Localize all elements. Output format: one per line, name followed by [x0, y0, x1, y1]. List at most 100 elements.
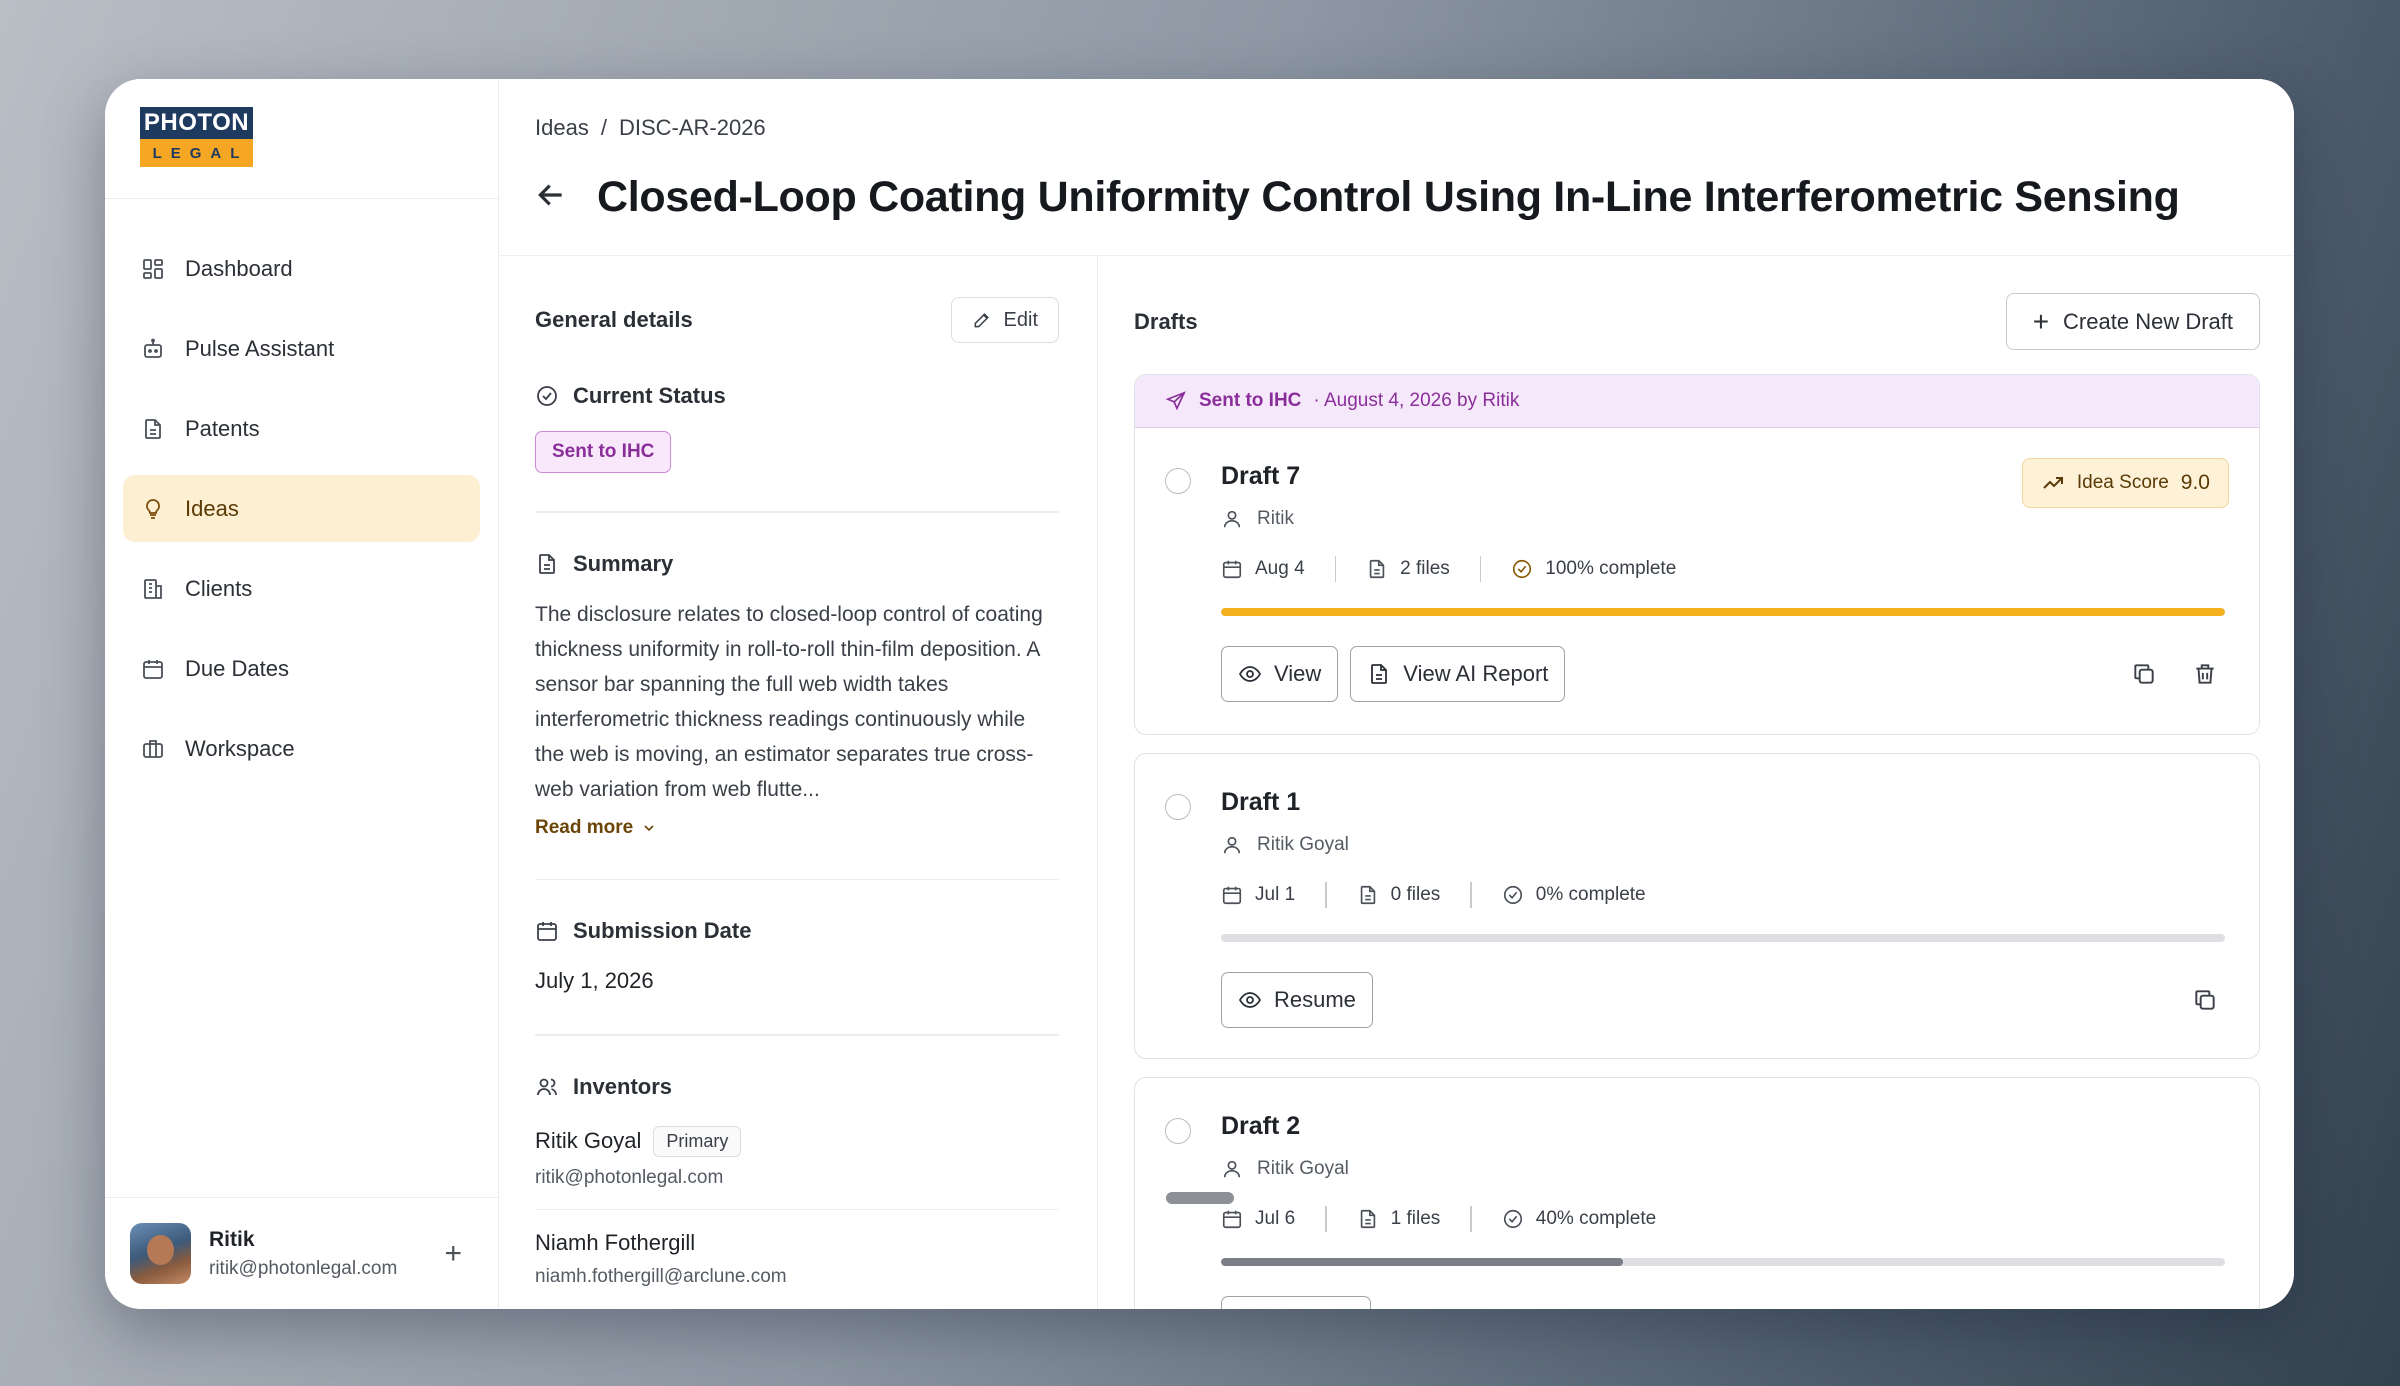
- current-status-label: Current Status: [573, 383, 726, 408]
- meta-separator: [1325, 882, 1327, 908]
- resume-button[interactable]: Resume: [1221, 972, 1373, 1028]
- draft-author: Ritik Goyal: [1221, 834, 1349, 856]
- meta-separator: [1325, 1206, 1327, 1232]
- logo-line-2: LEGAL: [140, 139, 253, 167]
- chevron-down-icon: [644, 824, 654, 831]
- general-details-panel: General details Edit Current Status Sent…: [535, 255, 1059, 1288]
- draft-completion: 100% complete: [1511, 558, 1676, 580]
- sent-draft-group: Sent to IHC · August 4, 2026 by Ritik Dr…: [1134, 374, 2260, 735]
- breadcrumb: Ideas / DISC-AR-2026: [535, 115, 766, 141]
- sidebar-item-due-dates[interactable]: Due Dates: [123, 635, 480, 702]
- general-details-title: General details: [535, 307, 693, 332]
- user-icon: [1223, 836, 1241, 854]
- page-title: Closed-Loop Coating Uniformity Control U…: [597, 173, 2180, 221]
- building-icon: [144, 578, 162, 599]
- draft-meta: Aug 4 2 files 100% complete: [1221, 556, 1676, 582]
- draft-files-value: 2 files: [1400, 558, 1450, 579]
- sidebar-item-label: Patents: [185, 415, 260, 441]
- general-details-header: General details Edit: [535, 297, 1059, 343]
- file-icon: [1360, 1209, 1375, 1229]
- view-label: View: [1274, 661, 1322, 686]
- current-status-section: Current Status Sent to IHC: [535, 383, 1059, 473]
- brand-logo[interactable]: PHOTON LEGAL: [140, 107, 253, 167]
- sidebar-item-ideas[interactable]: Ideas: [123, 475, 480, 542]
- draft-select-radio[interactable]: [1165, 1118, 1191, 1144]
- delete-button[interactable]: [2188, 657, 2222, 691]
- breadcrumb-ideas-link[interactable]: Ideas: [535, 115, 589, 141]
- sidebar-item-clients[interactable]: Clients: [123, 555, 480, 622]
- document-icon: [539, 553, 555, 574]
- edit-button[interactable]: Edit: [950, 297, 1059, 343]
- current-status-heading: Current Status: [535, 383, 1059, 409]
- draft-date-value: Jul 6: [1255, 1208, 1296, 1229]
- draft-date: Jul 1: [1221, 884, 1295, 906]
- sent-banner-info: · August 4, 2026 by Ritik: [1313, 390, 1520, 411]
- breadcrumb-separator: /: [600, 115, 607, 140]
- title-row: Closed-Loop Coating Uniformity Control U…: [535, 173, 2180, 222]
- draft-date-value: Jul 1: [1255, 884, 1296, 905]
- draft-actions: Resume: [1221, 972, 1373, 1028]
- user-name: Ritik: [209, 1227, 255, 1251]
- add-account-button[interactable]: +: [444, 1237, 462, 1271]
- inventor-name: Ritik Goyal: [535, 1128, 642, 1153]
- sidebar-item-workspace[interactable]: Workspace: [123, 715, 480, 782]
- create-new-draft-button[interactable]: + Create New Draft: [2005, 293, 2260, 350]
- duplicate-button[interactable]: [2127, 657, 2161, 691]
- pencil-icon: [974, 313, 989, 328]
- view-ai-report-button[interactable]: View AI Report: [1350, 646, 1566, 702]
- arrow-left-icon: [538, 184, 562, 206]
- user-icon: [1223, 510, 1241, 528]
- draft-card: Draft 1 Ritik Goyal Jul 1 0 files 0% com…: [1134, 753, 2260, 1059]
- draft-action-button[interactable]: [1221, 1296, 1371, 1309]
- back-button[interactable]: [535, 179, 567, 216]
- sidebar-nav: Dashboard Pulse Assistant Patents Ideas …: [105, 199, 498, 782]
- check-circle-icon: [1503, 885, 1522, 905]
- drafts-header: Drafts + Create New Draft: [1134, 293, 2260, 350]
- draft-select-radio[interactable]: [1165, 794, 1191, 820]
- lightbulb-icon: [146, 498, 160, 519]
- briefcase-icon: [143, 739, 163, 758]
- create-new-draft-label: Create New Draft: [2063, 308, 2233, 334]
- draft-date: Jul 6: [1221, 1208, 1295, 1230]
- summary-label: Summary: [573, 550, 674, 576]
- drafts-title: Drafts: [1134, 308, 1198, 334]
- inventor-divider: [535, 1208, 1059, 1210]
- view-button[interactable]: View: [1221, 646, 1339, 702]
- draft-select-radio[interactable]: [1165, 468, 1191, 494]
- horizontal-scrollbar-thumb[interactable]: [1166, 1192, 1234, 1204]
- sidebar: PHOTON LEGAL Dashboard Pulse Assistant P…: [105, 79, 499, 1309]
- section-divider: [535, 511, 1059, 513]
- user-profile[interactable]: Ritik ritik@photonlegal.com +: [105, 1197, 498, 1309]
- section-divider: [535, 1034, 1059, 1036]
- draft-files: 2 files: [1366, 558, 1450, 580]
- document-icon: [145, 418, 161, 439]
- draft-files: 1 files: [1357, 1208, 1440, 1230]
- column-divider: [1097, 255, 1098, 1309]
- meta-separator: [1470, 882, 1472, 908]
- file-icon: [1369, 559, 1385, 579]
- draft-author-name: Ritik Goyal: [1257, 834, 1349, 855]
- submission-date-section: Submission Date July 1, 2026: [535, 918, 1059, 994]
- avatar: [130, 1223, 191, 1284]
- main-content: Ideas / DISC-AR-2026 Closed-Loop Coating…: [499, 79, 2294, 1309]
- trash-icon: [2196, 664, 2214, 684]
- draft-progress-bar: [1221, 608, 2225, 616]
- draft-date: Aug 4: [1221, 558, 1305, 580]
- draft-completion-value: 40% complete: [1535, 1208, 1657, 1229]
- resume-label: Resume: [1274, 987, 1356, 1012]
- sidebar-item-label: Clients: [185, 575, 253, 601]
- read-more-button[interactable]: Read more: [535, 817, 1059, 839]
- sidebar-item-pulse-assistant[interactable]: Pulse Assistant: [123, 315, 480, 382]
- sidebar-item-label: Dashboard: [185, 255, 293, 281]
- draft-meta: Jul 1 0 files 0% complete: [1221, 882, 1646, 908]
- duplicate-button[interactable]: [2188, 983, 2222, 1017]
- sidebar-item-dashboard[interactable]: Dashboard: [123, 235, 480, 302]
- draft-author-name: Ritik: [1257, 508, 1294, 529]
- user-info: Ritik ritik@photonlegal.com: [209, 1228, 397, 1280]
- sidebar-item-patents[interactable]: Patents: [123, 395, 480, 462]
- inventor-email: niamh.fothergill@arclune.com: [535, 1266, 787, 1287]
- check-circle-icon: [1503, 1209, 1522, 1229]
- draft-author: Ritik Goyal: [1221, 1158, 1349, 1180]
- draft-name: Draft 2: [1221, 1112, 1301, 1140]
- draft-author-name: Ritik Goyal: [1257, 1158, 1349, 1179]
